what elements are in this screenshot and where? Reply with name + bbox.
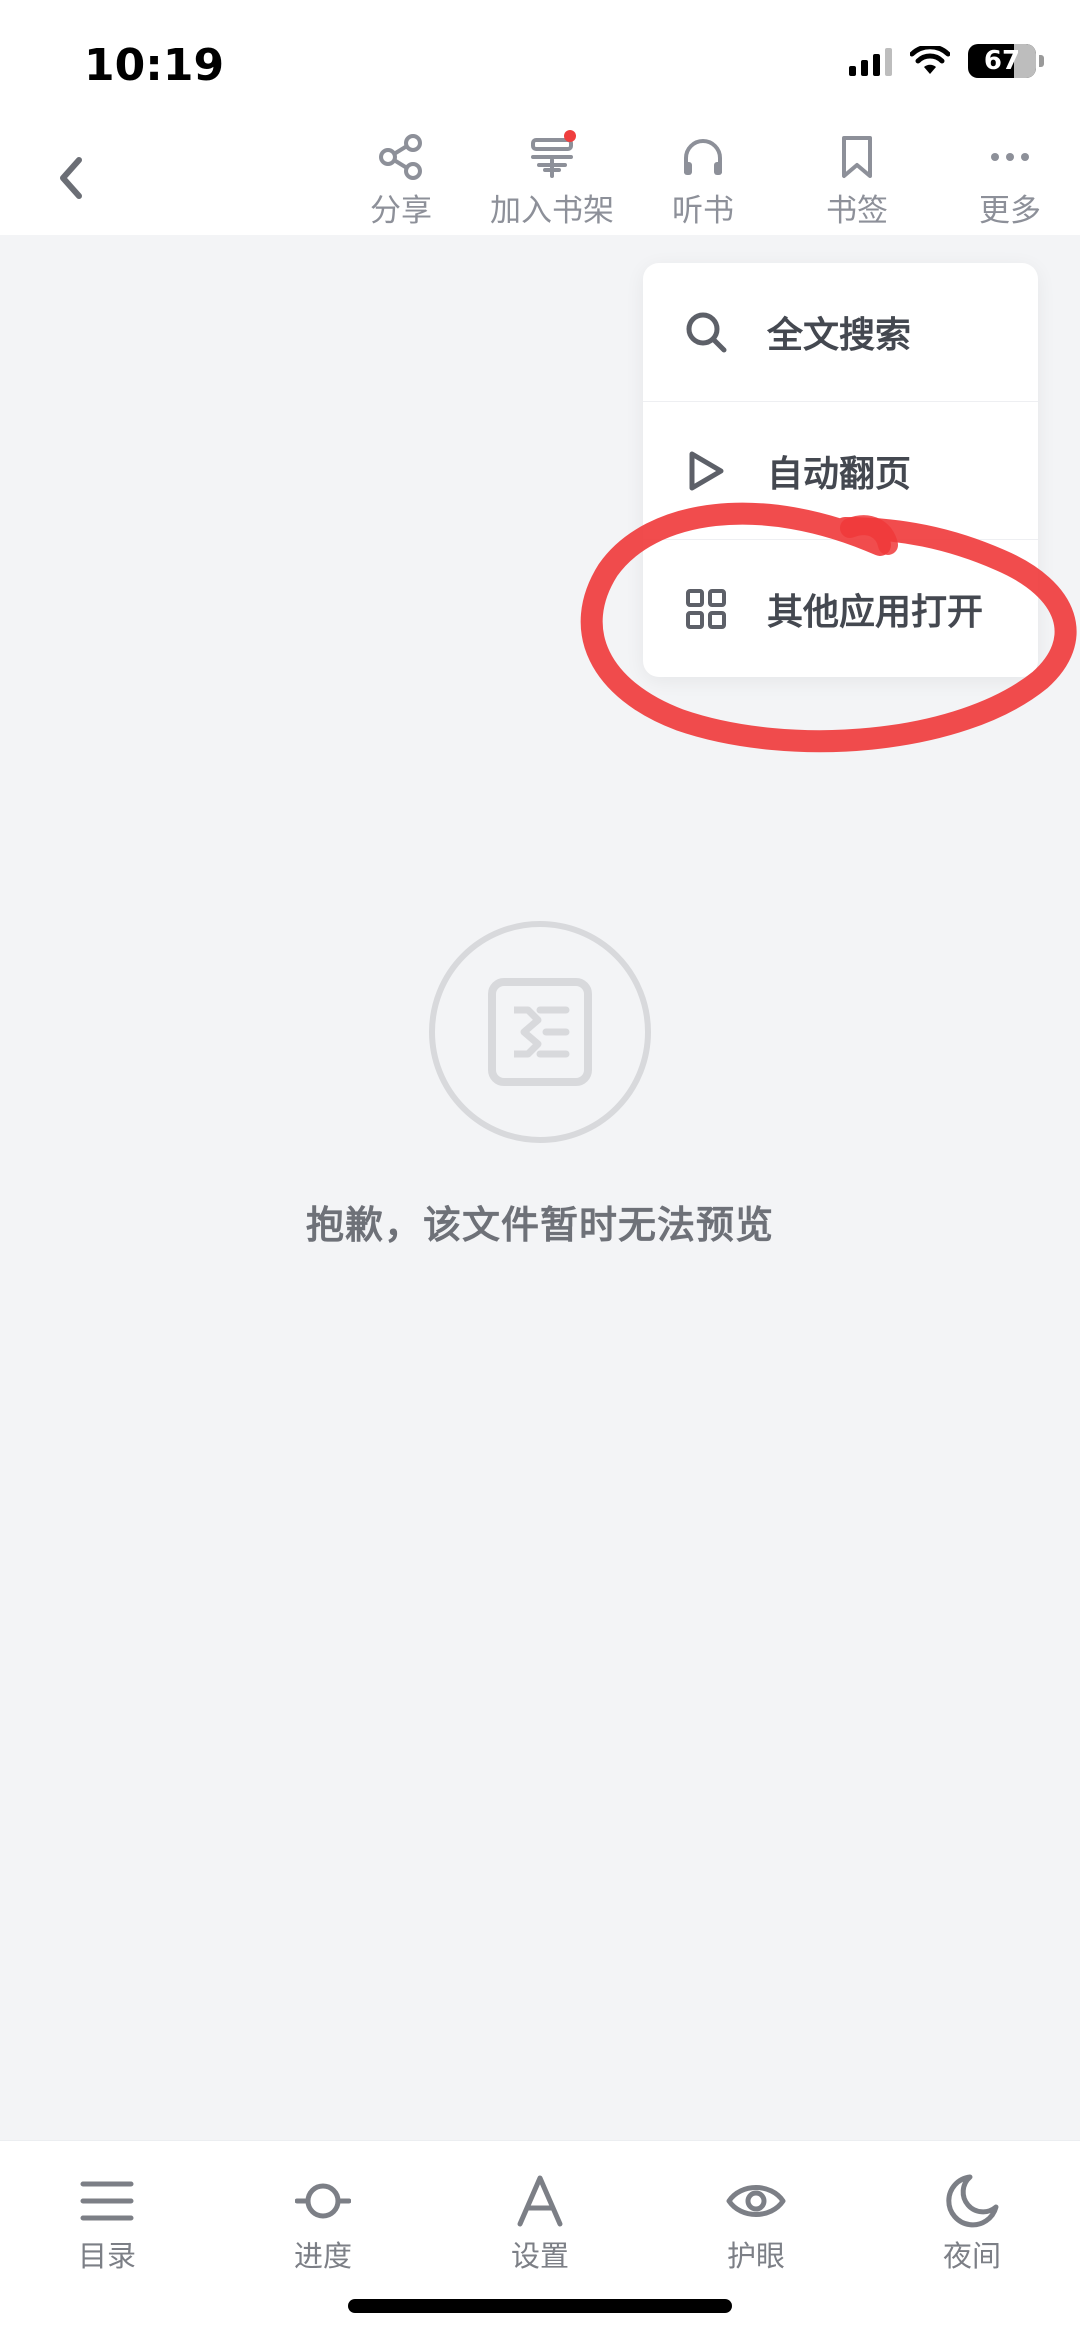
- more-label: 更多: [979, 193, 1041, 229]
- menu-item-label: 其他应用打开: [767, 591, 984, 633]
- bookmark-button[interactable]: 书签: [782, 130, 932, 230]
- progress-label: 进度: [293, 2239, 352, 2273]
- listen-button[interactable]: 听书: [628, 130, 778, 230]
- more-button[interactable]: 更多: [935, 130, 1080, 230]
- eye-care-button[interactable]: 护眼: [686, 2169, 826, 2275]
- menu-item-label: 全文搜索: [767, 315, 912, 356]
- notification-dot: [564, 130, 576, 142]
- share-icon: [379, 133, 422, 180]
- status-time: 10:19: [84, 40, 225, 91]
- listen-label: 听书: [672, 193, 734, 229]
- reader-toolbar: 分享 加入书架 听书 书签 更多: [0, 130, 1080, 235]
- toc-button[interactable]: 目录: [37, 2169, 177, 2275]
- progress-icon: [295, 2183, 351, 2219]
- play-icon: [689, 451, 724, 490]
- chevron-left-icon: [60, 157, 82, 199]
- settings-button[interactable]: 设置: [470, 2169, 610, 2275]
- bookmark-icon: [842, 135, 872, 178]
- bookmark-label: 书签: [826, 193, 888, 229]
- menu-item-full-text-search[interactable]: 全文搜索: [643, 263, 1038, 401]
- status-icons: 67: [849, 44, 1044, 78]
- search-icon: [686, 312, 727, 353]
- moon-icon: [946, 2174, 999, 2228]
- empty-state-message: 抱歉，该文件暂时无法预览: [305, 1203, 774, 1247]
- night-mode-button[interactable]: 夜间: [902, 2169, 1042, 2275]
- document-icon: [429, 921, 651, 1143]
- menu-item-label: 自动翻页: [767, 453, 912, 495]
- share-label: 分享: [370, 193, 432, 229]
- cellular-signal-icon: [849, 46, 892, 76]
- battery-indicator: 67: [968, 44, 1044, 78]
- status-bar: 10:19 67: [0, 0, 1080, 130]
- more-dots-icon: [991, 152, 1029, 161]
- wifi-icon: [910, 46, 950, 74]
- progress-button[interactable]: 进度: [253, 2169, 393, 2275]
- font-a-icon: [517, 2175, 563, 2227]
- add-to-bookshelf-label: 加入书架: [490, 193, 614, 229]
- back-button[interactable]: [40, 142, 100, 214]
- battery-percent: 67: [983, 46, 1021, 76]
- menu-item-auto-page-turn[interactable]: 自动翻页: [643, 401, 1038, 539]
- empty-state: 抱歉，该文件暂时无法预览: [0, 920, 1080, 1249]
- grid-icon: [686, 588, 726, 629]
- menu-item-open-in-other-app[interactable]: 其他应用打开: [643, 539, 1038, 677]
- headphones-icon: [684, 138, 722, 175]
- add-to-bookshelf-button[interactable]: 加入书架: [477, 130, 627, 230]
- more-menu: 全文搜索 自动翻页 其他应用打开: [643, 263, 1038, 677]
- share-button[interactable]: 分享: [326, 130, 476, 230]
- list-icon: [80, 2181, 134, 2221]
- home-indicator: [348, 2299, 732, 2313]
- settings-label: 设置: [510, 2239, 569, 2273]
- eye-icon: [726, 2185, 786, 2217]
- toc-label: 目录: [77, 2239, 136, 2273]
- night-mode-label: 夜间: [942, 2239, 1001, 2273]
- eye-care-label: 护眼: [726, 2239, 785, 2273]
